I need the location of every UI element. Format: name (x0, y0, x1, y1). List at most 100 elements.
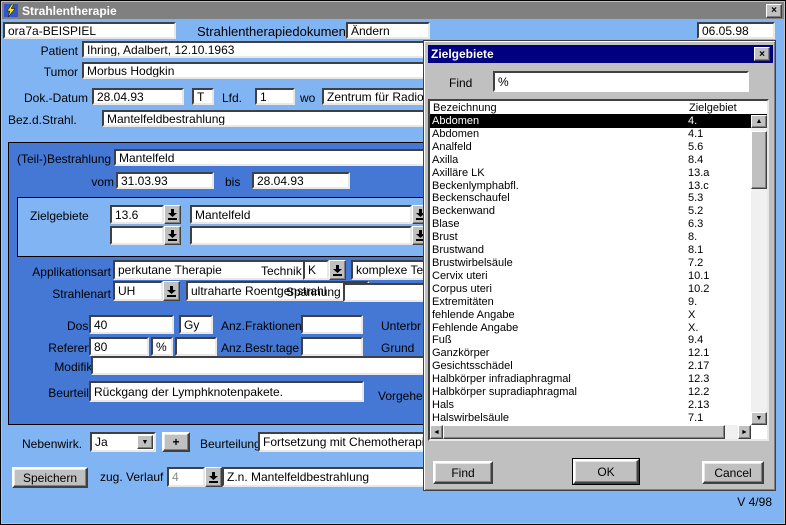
list-item[interactable]: Gesichtsschädel 2.17 (430, 360, 751, 373)
list-item[interactable]: Hals 2.13 (430, 399, 751, 412)
list-item[interactable]: Brust 8. (430, 231, 751, 244)
list-item-name: Fuß (432, 334, 452, 347)
list-item[interactable]: Halbkörper supradiaphragmal 12.2 (430, 386, 751, 399)
list-item[interactable]: Brustwirbelsäule 7.2 (430, 257, 751, 270)
list-item-name: Analfeld (432, 141, 472, 154)
list-item-code: 9.4 (688, 334, 703, 347)
list-item-code: X. (688, 322, 698, 335)
list-item[interactable]: Corpus uteri 10.2 (430, 283, 751, 296)
dosis-unit-field[interactable]: Gy (179, 315, 213, 334)
list-item[interactable]: Beckenschaufel 5.3 (430, 192, 751, 205)
dosis-field[interactable]: 40 (89, 315, 174, 334)
strahlenart-code-field[interactable]: UH (113, 281, 163, 301)
list-item[interactable]: Fuß 9.4 (430, 334, 751, 347)
list-item[interactable]: Abdomen 4. (430, 115, 751, 128)
technik-code-field[interactable]: K (303, 260, 329, 280)
dok-t-field[interactable]: T (192, 88, 214, 105)
horizontal-scrollbar[interactable]: ◄ ► (430, 425, 751, 439)
list-item-code: 7.1 (688, 412, 703, 425)
scroll-right-button[interactable]: ► (738, 425, 751, 439)
form-id-field[interactable]: ora7a-BEISPIEL (3, 22, 176, 39)
close-icon: × (759, 49, 765, 60)
vertical-scrollbar[interactable]: ▲ ▼ (751, 115, 767, 425)
target-list-header: Bezeichnung Zielgebiet (430, 101, 767, 115)
list-item[interactable]: Fehlende Angabe X. (430, 322, 751, 335)
list-item[interactable]: Halbkörper infradiaphragmal 12.3 (430, 373, 751, 386)
patient-label: Patient (20, 44, 78, 58)
list-item-name: Halbkörper supradiaphragmal (432, 386, 577, 399)
list-item[interactable]: Blase 6.3 (430, 218, 751, 231)
find-input[interactable]: % (493, 71, 749, 92)
zielgebiet-code-lov-button-1[interactable] (164, 205, 181, 224)
list-item[interactable]: Beckenwand 5.2 (430, 205, 751, 218)
list-item[interactable]: fehlende Angabe X (430, 309, 751, 322)
list-item[interactable]: Abdomen 4.1 (430, 128, 751, 141)
ok-button[interactable]: OK (573, 459, 639, 484)
anz-fraktionen-field[interactable] (301, 315, 363, 334)
list-item-code: 9. (688, 296, 697, 309)
referenz-label: Referenz (29, 341, 97, 355)
dok-datum-field[interactable]: 28.04.93 (92, 88, 184, 105)
referenz-extra-field[interactable] (175, 337, 217, 356)
scroll-down-button[interactable]: ▼ (751, 412, 767, 425)
column-header-bezeichnung: Bezeichnung (433, 102, 497, 114)
bis-field[interactable]: 28.04.93 (252, 172, 350, 189)
strahlenart-name-field[interactable]: ultraharte Roentgenstrahl (186, 281, 369, 301)
cancel-button[interactable]: Cancel (702, 461, 764, 484)
list-item-name: Brust (432, 231, 458, 244)
list-item[interactable]: Beckenlymphabfl. 13.c (430, 180, 751, 193)
window-close-button[interactable]: × (766, 4, 782, 18)
list-item[interactable]: Extremitäten 9. (430, 296, 751, 309)
list-item[interactable]: Brustwand 8.1 (430, 244, 751, 257)
zielgebiet-code-field-1[interactable]: 13.6 (110, 205, 164, 224)
scroll-up-button[interactable]: ▲ (751, 115, 767, 128)
scroll-left-button[interactable]: ◄ (430, 425, 443, 439)
zielgebiet-code-lov-button-2[interactable] (164, 226, 181, 245)
list-item[interactable]: Analfeld 5.6 (430, 141, 751, 154)
list-item-name: Abdomen (432, 115, 479, 128)
list-item-name: Brustwand (432, 244, 484, 257)
list-item-name: Abdomen (432, 128, 479, 141)
verlauf-lov-button[interactable] (205, 467, 222, 487)
list-item-name: fehlende Angabe (432, 309, 515, 322)
beurteilung-field[interactable]: Rückgang der Lymphknotenpakete. (89, 381, 364, 402)
nebenwirk-beurteilung-label: Beurteilung (200, 437, 261, 451)
list-item[interactable]: Axilla 8.4 (430, 154, 751, 167)
lfd-field[interactable]: 1 (255, 88, 295, 105)
vertical-scroll-thumb[interactable] (751, 131, 767, 189)
mode-field[interactable]: Ändern (346, 22, 430, 39)
list-item[interactable]: Axilläre LK 13.a (430, 167, 751, 180)
list-item-code: 13.a (688, 167, 709, 180)
list-item[interactable]: Halswirbelsäule 7.1 (430, 412, 751, 425)
applikationsart-label: Applikationsart (11, 265, 111, 279)
nebenwirk-label: Nebenwirk. (22, 437, 82, 451)
technik-lov-button[interactable] (329, 260, 346, 280)
vorgehen-label: Vorgehen (378, 389, 429, 403)
zielgebiet-name-field-1[interactable]: Mantelfeld (190, 205, 412, 224)
zielgebiet-name-field-2[interactable] (190, 226, 412, 245)
column-header-zielgebiet: Zielgebiet (689, 102, 737, 114)
nebenwirk-add-button[interactable]: + (162, 432, 190, 452)
anz-bestr-tage-field[interactable] (301, 337, 363, 356)
list-item[interactable]: Cervix uteri 10.1 (430, 270, 751, 283)
scroll-right-icon: ► (741, 429, 748, 436)
horizontal-scroll-thumb[interactable] (443, 425, 725, 439)
referenz-unit-field[interactable]: % (151, 337, 173, 356)
speichern-button[interactable]: Speichern (12, 467, 88, 488)
vom-field[interactable]: 31.03.93 (116, 172, 214, 189)
nebenwirk-combo[interactable]: Ja ▼ (90, 432, 156, 452)
list-item-name: Hals (432, 399, 454, 412)
dialog-titlebar: Zielgebiete × (428, 45, 773, 63)
list-item-code: 8.4 (688, 154, 703, 167)
combo-arrow-icon[interactable]: ▼ (137, 435, 153, 449)
dialog-close-button[interactable]: × (754, 47, 770, 61)
close-icon: × (771, 5, 777, 16)
find-button[interactable]: Find (433, 461, 493, 484)
strahlenart-lov-button[interactable] (163, 281, 180, 301)
verlauf-nr-field[interactable]: 4 (167, 467, 205, 487)
zielgebiet-code-field-2[interactable] (110, 226, 164, 245)
window-titlebar: Strahlentherapie × (2, 2, 784, 19)
list-item[interactable]: Ganzkörper 12.1 (430, 347, 751, 360)
referenz-field[interactable]: 80 (89, 337, 149, 356)
current-date-field[interactable]: 06.05.98 (697, 22, 775, 39)
